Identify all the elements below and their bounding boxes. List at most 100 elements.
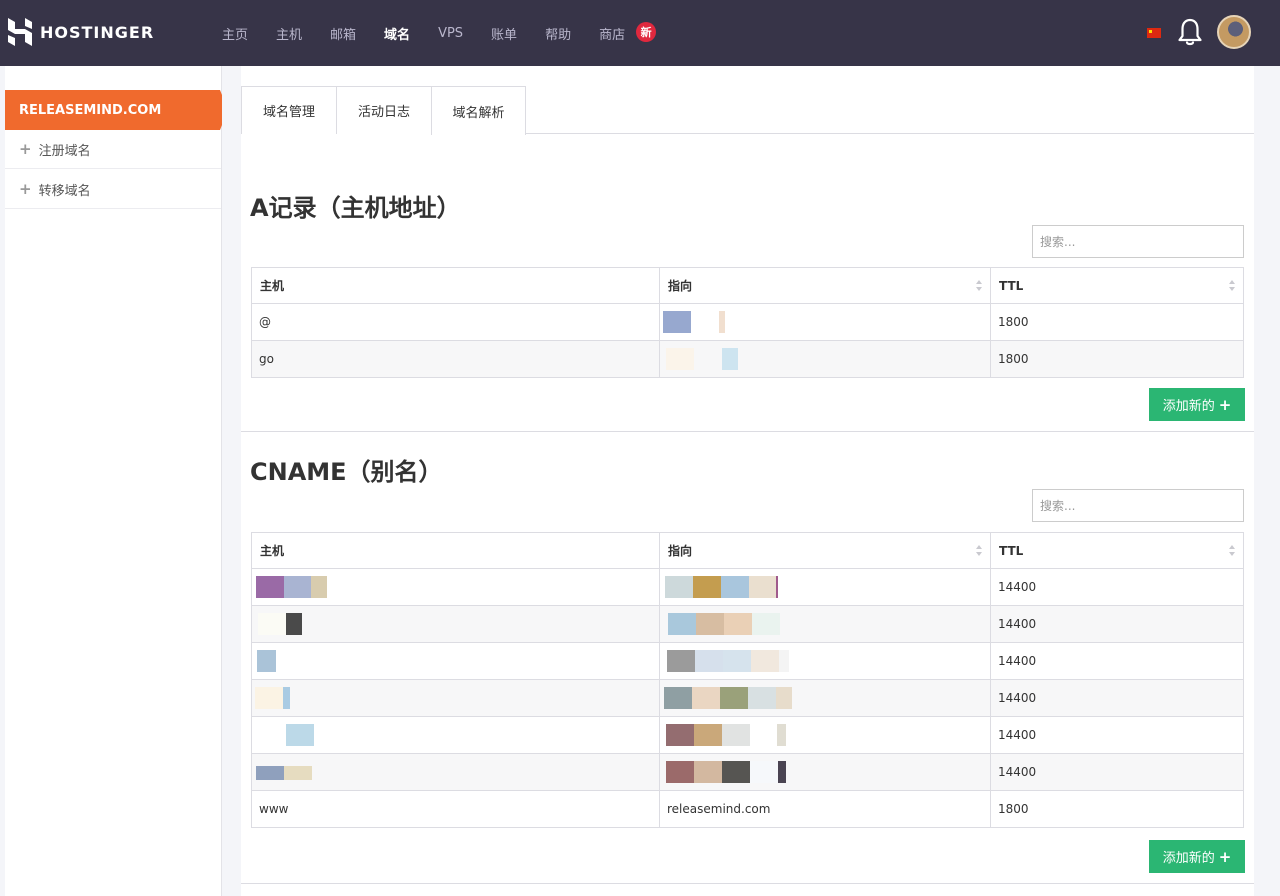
redacted-value — [694, 724, 722, 746]
sort-icon[interactable] — [1229, 545, 1236, 557]
redacted-value — [256, 766, 284, 780]
nav-item-store-label: 商店 — [599, 27, 626, 43]
plus-icon: + — [19, 180, 32, 198]
nav-item-domains[interactable]: 域名 — [384, 24, 410, 43]
nav-item-billing[interactable]: 账单 — [491, 24, 517, 43]
table-row[interactable]: www releasemind.com 1800 — [251, 790, 1244, 828]
sidebar-item-label: 转移域名 — [38, 183, 91, 199]
top-navbar: HOSTINGER 主页 主机 邮箱 域名 VPS 账单 帮助 商店 新 — [0, 0, 1280, 66]
table-row[interactable]: 14400 — [251, 605, 1244, 643]
column-points-to[interactable]: 指向 — [659, 532, 991, 569]
plus-icon: + — [1218, 847, 1232, 866]
logo[interactable]: HOSTINGER — [8, 18, 154, 46]
add-button-label: 添加新的 — [1162, 399, 1215, 414]
sort-icon[interactable] — [976, 545, 983, 557]
tab-activity-log[interactable]: 活动日志 — [336, 86, 432, 134]
redacted-value — [258, 613, 286, 635]
cell-points-to — [659, 303, 991, 341]
nav-item-vps[interactable]: VPS — [438, 26, 463, 41]
table-header: 主机 指向 TTL — [251, 267, 1244, 304]
redacted-value — [721, 576, 749, 598]
table-row[interactable]: @ 1800 — [251, 303, 1244, 341]
tab-bar: 域名管理 活动日志 域名解析 — [241, 86, 1254, 135]
cell-host — [251, 753, 660, 791]
redacted-value — [284, 576, 311, 598]
cname-records-search-input[interactable]: 搜索... — [1032, 489, 1244, 522]
sidebar-domain[interactable]: RELEASEMIND.COM — [5, 90, 228, 130]
table-row[interactable]: 14400 — [251, 568, 1244, 606]
table-row[interactable]: 14400 — [251, 679, 1244, 717]
redacted-value — [665, 576, 693, 598]
tab-domain-management[interactable]: 域名管理 — [241, 86, 337, 134]
cell-points-to: releasemind.com — [659, 790, 991, 828]
sidebar-item-transfer-domain[interactable]: + 转移域名 — [5, 170, 221, 209]
avatar[interactable] — [1217, 15, 1251, 49]
redacted-value — [255, 687, 283, 709]
redacted-value — [666, 761, 694, 783]
cell-ttl: 14400 — [990, 716, 1244, 754]
section-divider — [241, 883, 1254, 884]
column-ttl[interactable]: TTL — [990, 532, 1244, 569]
redacted-value — [286, 613, 302, 635]
cell-host — [251, 642, 660, 680]
column-points-to[interactable]: 指向 — [659, 267, 991, 304]
nav-item-help[interactable]: 帮助 — [545, 24, 571, 43]
cell-ttl: 14400 — [990, 679, 1244, 717]
sort-icon[interactable] — [976, 280, 983, 292]
nav-item-store[interactable]: 商店 新 — [599, 21, 657, 43]
redacted-value — [779, 650, 789, 672]
redacted-value — [776, 576, 778, 598]
nav-item-email[interactable]: 邮箱 — [330, 24, 356, 43]
redacted-value — [751, 650, 779, 672]
redacted-value — [256, 576, 284, 598]
cell-ttl: 14400 — [990, 753, 1244, 791]
redacted-value — [664, 687, 692, 709]
column-label: TTL — [999, 543, 1024, 558]
cell-points-to — [659, 568, 991, 606]
cell-ttl: 14400 — [990, 568, 1244, 606]
cname-records-title: CNAME（别名） — [250, 458, 443, 486]
redacted-value — [748, 687, 776, 709]
add-a-record-button[interactable]: 添加新的 + — [1149, 388, 1245, 421]
cell-host: @ — [251, 303, 660, 341]
column-host[interactable]: 主机 — [251, 267, 660, 304]
redacted-value — [311, 576, 327, 598]
table-row[interactable]: go 1800 — [251, 340, 1244, 378]
cell-host: go — [251, 340, 660, 378]
sort-icon[interactable] — [1229, 280, 1236, 292]
redacted-value — [724, 613, 752, 635]
redacted-value — [722, 761, 750, 783]
sidebar-item-register-domain[interactable]: + 注册域名 — [5, 130, 221, 169]
redacted-value — [719, 311, 725, 333]
column-host[interactable]: 主机 — [251, 532, 660, 569]
redacted-value — [663, 311, 691, 333]
redacted-value — [752, 613, 780, 635]
main-nav: 主页 主机 邮箱 域名 VPS 账单 帮助 商店 新 — [222, 0, 657, 66]
tab-dns-zone[interactable]: 域名解析 — [431, 86, 526, 135]
add-cname-record-button[interactable]: 添加新的 + — [1149, 840, 1245, 873]
nav-item-home[interactable]: 主页 — [222, 24, 248, 43]
cell-points-to — [659, 716, 991, 754]
bell-icon[interactable] — [1176, 17, 1204, 47]
cell-points-to — [659, 642, 991, 680]
redacted-value — [723, 650, 751, 672]
cell-ttl: 14400 — [990, 642, 1244, 680]
redacted-value — [693, 576, 721, 598]
column-ttl[interactable]: TTL — [990, 267, 1244, 304]
table-row[interactable]: 14400 — [251, 642, 1244, 680]
table-header: 主机 指向 TTL — [251, 532, 1244, 569]
cell-ttl: 1800 — [990, 790, 1244, 828]
nav-item-hosting[interactable]: 主机 — [276, 24, 302, 43]
plus-icon: + — [1218, 395, 1232, 414]
cell-ttl: 14400 — [990, 605, 1244, 643]
cell-points-to — [659, 605, 991, 643]
dns-panel: 域名管理 活动日志 域名解析 A记录（主机地址） 搜索... 主机 指向 TTL… — [241, 66, 1254, 896]
cell-host: www — [251, 790, 660, 828]
column-label: 指向 — [668, 544, 693, 558]
table-row[interactable]: 14400 — [251, 753, 1244, 791]
china-flag-icon[interactable] — [1147, 28, 1161, 38]
table-row[interactable]: 14400 — [251, 716, 1244, 754]
a-records-search-input[interactable]: 搜索... — [1032, 225, 1244, 258]
redacted-value — [694, 761, 722, 783]
redacted-value — [777, 724, 786, 746]
